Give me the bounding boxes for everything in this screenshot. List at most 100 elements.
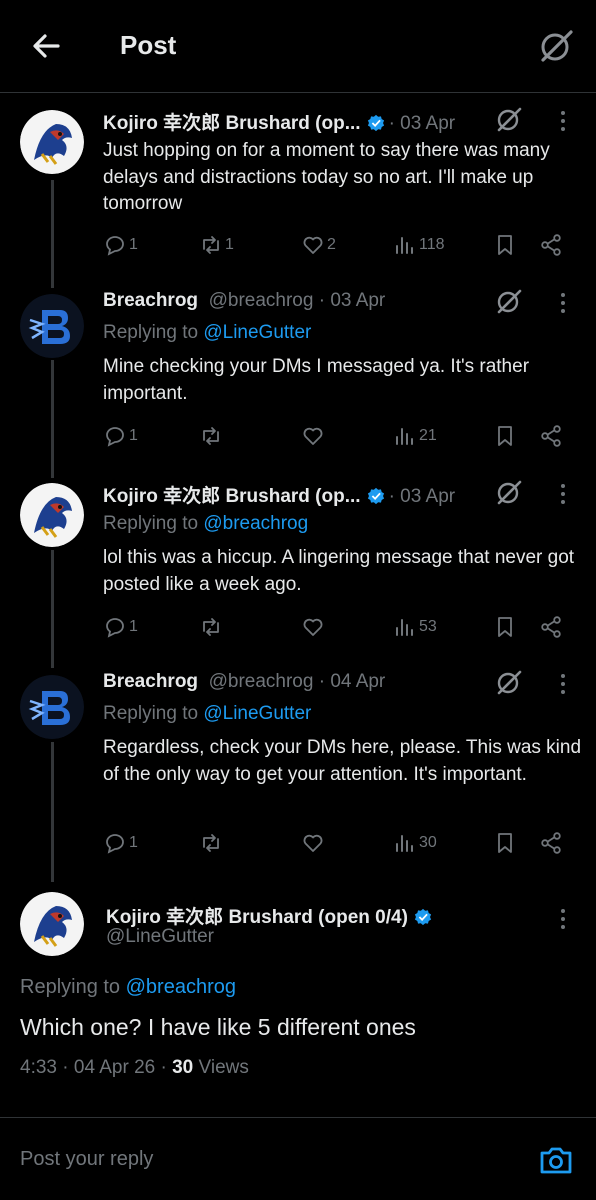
- post-text: Which one? I have like 5 different ones: [20, 1014, 416, 1040]
- reply-composer-input[interactable]: Post your reply: [20, 1148, 153, 1171]
- heart-icon: [303, 618, 323, 636]
- bookmark-icon: [498, 617, 512, 637]
- separator-dot: ·: [313, 290, 331, 311]
- more-options-icon[interactable]: [553, 106, 573, 136]
- replying-to: Replying to @LineGutter: [103, 703, 311, 725]
- post-date: 03 Apr: [400, 486, 456, 507]
- views-button[interactable]: 30: [393, 828, 437, 858]
- reply-button[interactable]: 1: [103, 828, 138, 858]
- action-bar: 1 21: [103, 421, 573, 451]
- share-icon: [541, 616, 561, 638]
- avatar-kojiro[interactable]: [20, 110, 84, 174]
- avatar-breachrog[interactable]: [20, 294, 84, 358]
- verified-badge-icon: [367, 114, 384, 132]
- separator-dot: ·: [388, 113, 401, 134]
- replying-to: Replying to @breachrog: [103, 513, 308, 535]
- arrow-left-icon[interactable]: [28, 28, 64, 64]
- post-date: 04 Apr 26: [73, 1057, 156, 1078]
- more-options-icon[interactable]: [553, 904, 573, 934]
- reply-count: 1: [129, 236, 138, 253]
- share-button[interactable]: [539, 421, 563, 451]
- post-date: 04 Apr: [330, 671, 386, 692]
- like-button[interactable]: [301, 828, 327, 858]
- like-button[interactable]: 2: [301, 230, 336, 260]
- author-name[interactable]: Kojiro 幸次郎 Brushard (op...: [103, 113, 361, 134]
- grok-icon[interactable]: [536, 26, 576, 66]
- post-date: 03 Apr: [400, 113, 456, 134]
- avatar-kojiro[interactable]: [20, 483, 84, 547]
- views-bar-chart-icon: [396, 237, 413, 254]
- like-button[interactable]: [301, 421, 327, 451]
- bookmark-button[interactable]: [493, 828, 517, 858]
- bookmark-button[interactable]: [493, 612, 517, 642]
- share-icon: [541, 425, 561, 447]
- replying-prefix: Replying to: [103, 703, 199, 724]
- mention-link[interactable]: @LineGutter: [203, 322, 311, 343]
- reply-button[interactable]: 1: [103, 612, 138, 642]
- grok-icon[interactable]: [494, 286, 524, 316]
- author-handle[interactable]: @breachrog: [209, 671, 314, 692]
- share-icon: [541, 832, 561, 854]
- more-options-icon[interactable]: [553, 288, 573, 318]
- post-text: Regardless, check your DMs here, please.…: [103, 737, 582, 785]
- mention-link[interactable]: @LineGutter: [203, 703, 311, 724]
- thread-line: [51, 550, 54, 668]
- grok-icon[interactable]: [494, 104, 524, 134]
- views-button[interactable]: 118: [393, 230, 445, 260]
- reply-button[interactable]: 1: [103, 230, 138, 260]
- reply-icon: [106, 236, 124, 256]
- repost-button[interactable]: [199, 828, 225, 858]
- share-button[interactable]: [539, 612, 563, 642]
- verified-badge-icon: [414, 908, 432, 926]
- views-bar-chart-icon: [396, 619, 413, 636]
- reply-button[interactable]: 1: [103, 421, 138, 451]
- author-name[interactable]: Kojiro 幸次郎 Brushard (op...: [103, 486, 361, 507]
- thread-line: [51, 742, 54, 882]
- camera-icon[interactable]: [537, 1141, 575, 1179]
- avatar-breachrog[interactable]: [20, 675, 84, 739]
- grok-icon[interactable]: [494, 477, 524, 507]
- reply-icon: [106, 834, 124, 854]
- bookmark-button[interactable]: [493, 421, 517, 451]
- views-button[interactable]: 21: [393, 421, 437, 451]
- repost-button[interactable]: [199, 612, 225, 642]
- views-count: 30: [172, 1057, 194, 1078]
- repost-button[interactable]: 1: [199, 230, 234, 260]
- replying-prefix: Replying to: [103, 513, 199, 534]
- like-button[interactable]: [301, 612, 327, 642]
- post-date: 03 Apr: [330, 290, 386, 311]
- bookmark-button[interactable]: [493, 230, 517, 260]
- heart-icon: [303, 834, 323, 852]
- more-options-icon[interactable]: [553, 479, 573, 509]
- repost-icon: [203, 834, 219, 852]
- views-count: 30: [419, 834, 437, 851]
- replying-prefix: Replying to: [20, 976, 121, 998]
- author-handle[interactable]: @LineGutter: [106, 926, 214, 948]
- avatar-kojiro[interactable]: [20, 892, 84, 956]
- more-options-icon[interactable]: [553, 669, 573, 699]
- share-button[interactable]: [539, 828, 563, 858]
- share-button[interactable]: [539, 230, 563, 260]
- action-bar: 1 1 2 118: [103, 230, 573, 260]
- author-name-row: Kojiro 幸次郎 Brushard (open 0/4): [106, 902, 436, 929]
- grok-icon[interactable]: [494, 667, 524, 697]
- reply-count: 1: [129, 834, 138, 851]
- thread-line: [51, 180, 54, 288]
- repost-count: 1: [225, 236, 234, 253]
- mention-link[interactable]: @breachrog: [203, 513, 308, 534]
- like-count: 2: [327, 236, 336, 253]
- reply-icon: [106, 618, 124, 638]
- views-button[interactable]: 53: [393, 612, 437, 642]
- reply-count: 1: [129, 618, 138, 635]
- repost-button[interactable]: [199, 421, 225, 451]
- replying-prefix: Replying to: [103, 322, 199, 343]
- views-bar-chart-icon: [396, 835, 413, 852]
- repost-icon: [203, 236, 219, 254]
- views-count: 21: [419, 427, 437, 444]
- author-name[interactable]: Breachrog: [103, 671, 198, 692]
- mention-link[interactable]: @breachrog: [126, 976, 236, 998]
- reply-count: 1: [129, 427, 138, 444]
- author-name[interactable]: Breachrog: [103, 290, 198, 311]
- author-handle[interactable]: @breachrog: [209, 290, 314, 311]
- author-name[interactable]: Kojiro 幸次郎 Brushard (open 0/4): [106, 907, 408, 928]
